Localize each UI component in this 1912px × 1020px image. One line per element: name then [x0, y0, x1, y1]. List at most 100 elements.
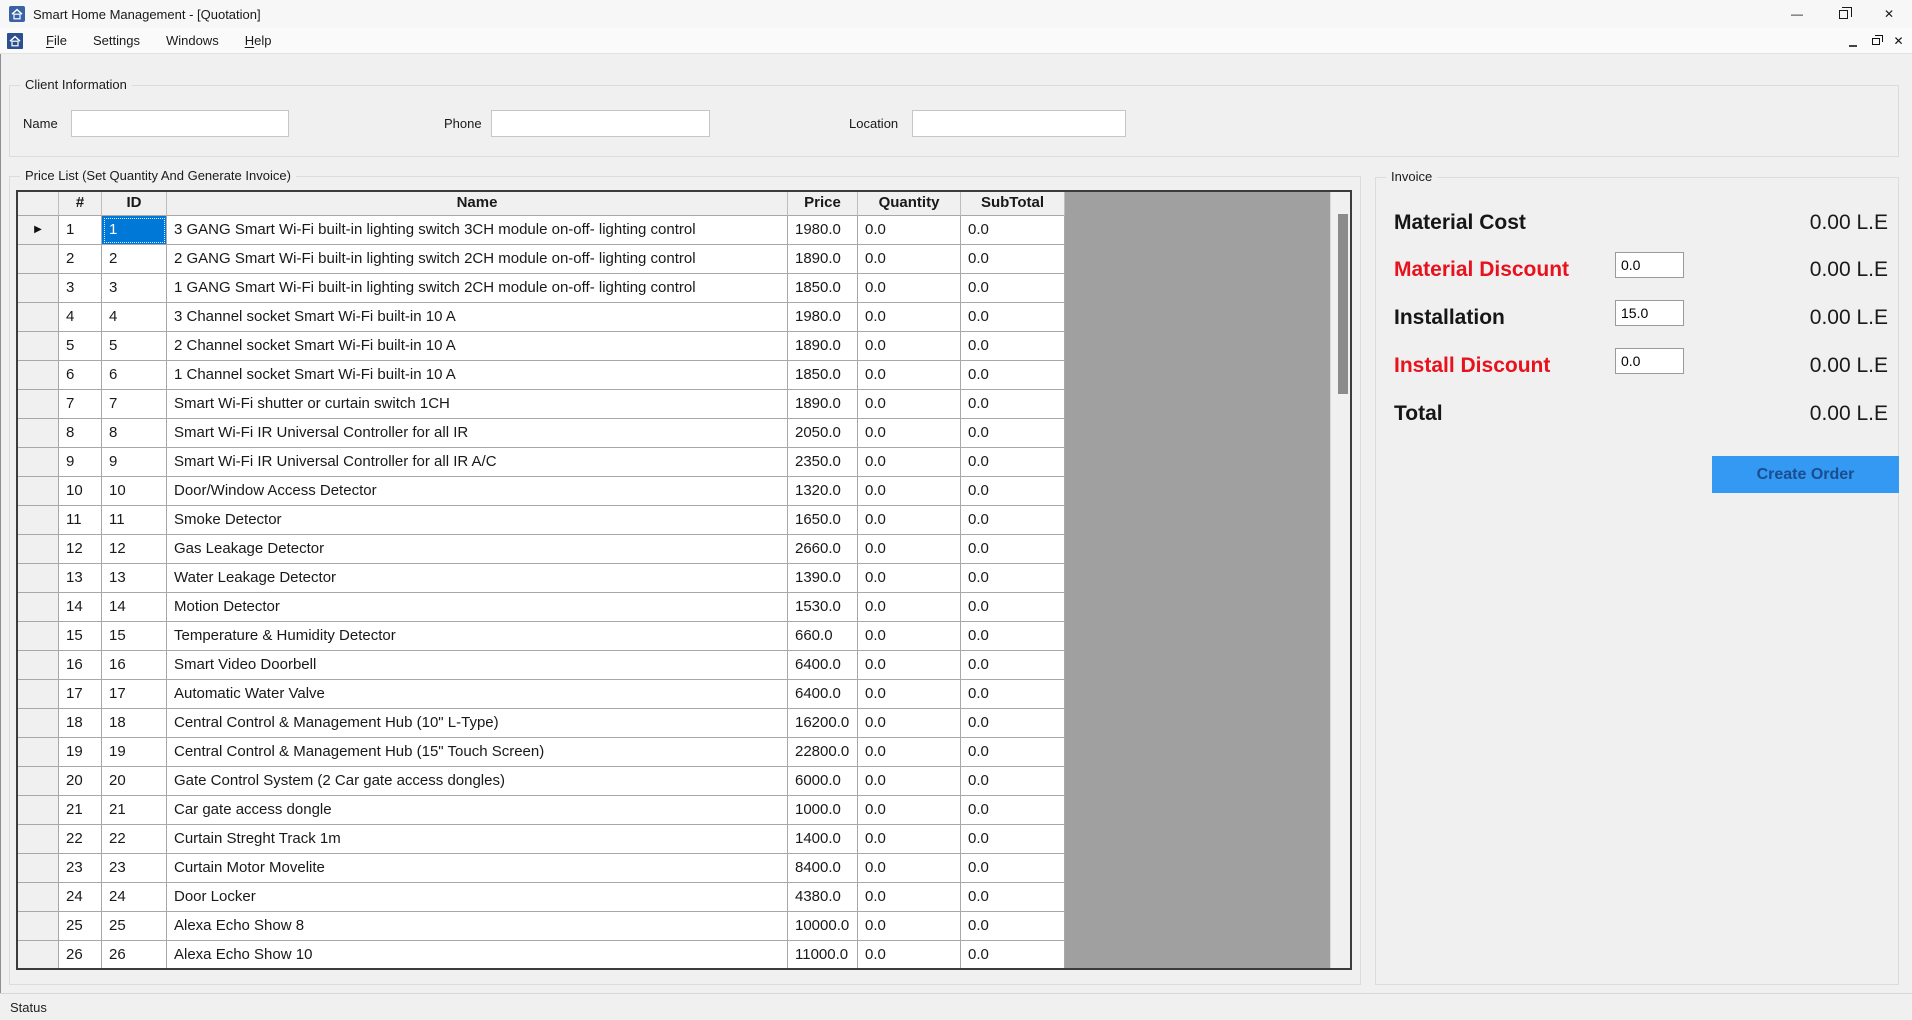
grid-cell-subtotal[interactable]: 0.0: [961, 825, 1065, 854]
grid-cell-quantity[interactable]: 0.0: [858, 274, 961, 303]
grid-cell-subtotal[interactable]: 0.0: [961, 477, 1065, 506]
grid-cell-id[interactable]: 16: [102, 651, 167, 680]
grid-cell-price[interactable]: 1890.0: [788, 245, 858, 274]
grid-cell-id[interactable]: 9: [102, 448, 167, 477]
grid-cell-number[interactable]: 16: [59, 651, 102, 680]
grid-cell-price[interactable]: 4380.0: [788, 883, 858, 912]
grid-cell-subtotal[interactable]: 0.0: [961, 564, 1065, 593]
create-order-button[interactable]: Create Order: [1712, 456, 1899, 493]
grid-cell-name[interactable]: Door Locker: [167, 883, 788, 912]
grid-cell-price[interactable]: 1390.0: [788, 564, 858, 593]
grid-cell-number[interactable]: 13: [59, 564, 102, 593]
grid-cell-quantity[interactable]: 0.0: [858, 477, 961, 506]
grid-cell-price[interactable]: 660.0: [788, 622, 858, 651]
grid-cell-name[interactable]: 1 Channel socket Smart Wi-Fi built-in 10…: [167, 361, 788, 390]
grid-cell-row-selector[interactable]: [18, 622, 59, 651]
grid-cell-subtotal[interactable]: 0.0: [961, 332, 1065, 361]
grid-cell-id[interactable]: 3: [102, 274, 167, 303]
grid-cell-price[interactable]: 6400.0: [788, 680, 858, 709]
grid-cell-row-selector[interactable]: [18, 419, 59, 448]
grid-cell-number[interactable]: 9: [59, 448, 102, 477]
grid-cell-number[interactable]: 3: [59, 274, 102, 303]
grid-cell-name[interactable]: Door/Window Access Detector: [167, 477, 788, 506]
grid-cell-price[interactable]: 1890.0: [788, 332, 858, 361]
grid-cell-name[interactable]: Curtain Streght Track 1m: [167, 825, 788, 854]
grid-cell-row-selector[interactable]: [18, 796, 59, 825]
grid-cell-row-selector[interactable]: [18, 651, 59, 680]
grid-cell-name[interactable]: Smart Wi-Fi IR Universal Controller for …: [167, 448, 788, 477]
grid-cell-price[interactable]: 2350.0: [788, 448, 858, 477]
grid-cell-quantity[interactable]: 0.0: [858, 796, 961, 825]
grid-cell-number[interactable]: 21: [59, 796, 102, 825]
grid-cell-subtotal[interactable]: 0.0: [961, 303, 1065, 332]
grid-cell-name[interactable]: Temperature & Humidity Detector: [167, 622, 788, 651]
grid-cell-price[interactable]: 1980.0: [788, 216, 858, 245]
grid-cell-name[interactable]: Motion Detector: [167, 593, 788, 622]
grid-cell-price[interactable]: 6000.0: [788, 767, 858, 796]
grid-cell-quantity[interactable]: 0.0: [858, 651, 961, 680]
grid-cell-id[interactable]: 20: [102, 767, 167, 796]
mdi-close-button[interactable]: ✕: [1887, 30, 1910, 52]
grid-cell-price[interactable]: 1400.0: [788, 825, 858, 854]
grid-cell-quantity[interactable]: 0.0: [858, 825, 961, 854]
grid-cell-id[interactable]: 22: [102, 825, 167, 854]
grid-cell-quantity[interactable]: 0.0: [858, 216, 961, 245]
grid-cell-quantity[interactable]: 0.0: [858, 738, 961, 767]
minimize-button[interactable]: —: [1774, 0, 1820, 28]
grid-cell-row-selector[interactable]: [18, 593, 59, 622]
grid-cell-id[interactable]: 17: [102, 680, 167, 709]
grid-cell-subtotal[interactable]: 0.0: [961, 274, 1065, 303]
grid-cell-id[interactable]: 6: [102, 361, 167, 390]
grid-cell-id[interactable]: 21: [102, 796, 167, 825]
grid-header-subtotal[interactable]: SubTotal: [961, 192, 1065, 216]
grid-cell-name[interactable]: Water Leakage Detector: [167, 564, 788, 593]
grid-cell-name[interactable]: Smoke Detector: [167, 506, 788, 535]
grid-cell-row-selector[interactable]: [18, 738, 59, 767]
grid-cell-price[interactable]: 2050.0: [788, 419, 858, 448]
grid-cell-number[interactable]: 1: [59, 216, 102, 245]
grid-cell-price[interactable]: 8400.0: [788, 854, 858, 883]
grid-scrollbar[interactable]: [1330, 192, 1350, 968]
grid-cell-subtotal[interactable]: 0.0: [961, 883, 1065, 912]
grid-cell-number[interactable]: 4: [59, 303, 102, 332]
grid-cell-subtotal[interactable]: 0.0: [961, 390, 1065, 419]
grid-header-quantity[interactable]: Quantity: [858, 192, 961, 216]
grid-cell-name[interactable]: Gate Control System (2 Car gate access d…: [167, 767, 788, 796]
grid-header-price[interactable]: Price: [788, 192, 858, 216]
grid-cell-quantity[interactable]: 0.0: [858, 883, 961, 912]
grid-cell-row-selector[interactable]: [18, 448, 59, 477]
grid-cell-subtotal[interactable]: 0.0: [961, 245, 1065, 274]
grid-cell-subtotal[interactable]: 0.0: [961, 680, 1065, 709]
grid-cell-id[interactable]: 15: [102, 622, 167, 651]
grid-cell-number[interactable]: 10: [59, 477, 102, 506]
grid-cell-number[interactable]: 14: [59, 593, 102, 622]
grid-cell-quantity[interactable]: 0.0: [858, 912, 961, 941]
grid-cell-name[interactable]: 1 GANG Smart Wi-Fi built-in lighting swi…: [167, 274, 788, 303]
grid-cell-name[interactable]: 3 Channel socket Smart Wi-Fi built-in 10…: [167, 303, 788, 332]
grid-cell-subtotal[interactable]: 0.0: [961, 506, 1065, 535]
grid-cell-id[interactable]: 12: [102, 535, 167, 564]
name-input[interactable]: [71, 110, 289, 137]
grid-cell-number[interactable]: 24: [59, 883, 102, 912]
grid-cell-quantity[interactable]: 0.0: [858, 593, 961, 622]
grid-cell-id[interactable]: 26: [102, 941, 167, 968]
grid-cell-id[interactable]: 18: [102, 709, 167, 738]
grid-cell-quantity[interactable]: 0.0: [858, 448, 961, 477]
location-input[interactable]: [912, 110, 1126, 137]
grid-cell-id[interactable]: 5: [102, 332, 167, 361]
grid-cell-subtotal[interactable]: 0.0: [961, 216, 1065, 245]
grid-cell-number[interactable]: 11: [59, 506, 102, 535]
grid-cell-price[interactable]: 1650.0: [788, 506, 858, 535]
grid-cell-name[interactable]: 3 GANG Smart Wi-Fi built-in lighting swi…: [167, 216, 788, 245]
grid-cell-row-selector[interactable]: [18, 245, 59, 274]
grid-cell-price[interactable]: 10000.0: [788, 912, 858, 941]
grid-cell-id[interactable]: 25: [102, 912, 167, 941]
grid-cell-subtotal[interactable]: 0.0: [961, 738, 1065, 767]
grid-cell-price[interactable]: 1890.0: [788, 390, 858, 419]
grid-cell-row-selector[interactable]: [18, 506, 59, 535]
grid-cell-number[interactable]: 19: [59, 738, 102, 767]
grid-header-id[interactable]: ID: [102, 192, 167, 216]
grid-cell-id[interactable]: 2: [102, 245, 167, 274]
grid-cell-number[interactable]: 5: [59, 332, 102, 361]
installation-input[interactable]: [1615, 300, 1684, 326]
